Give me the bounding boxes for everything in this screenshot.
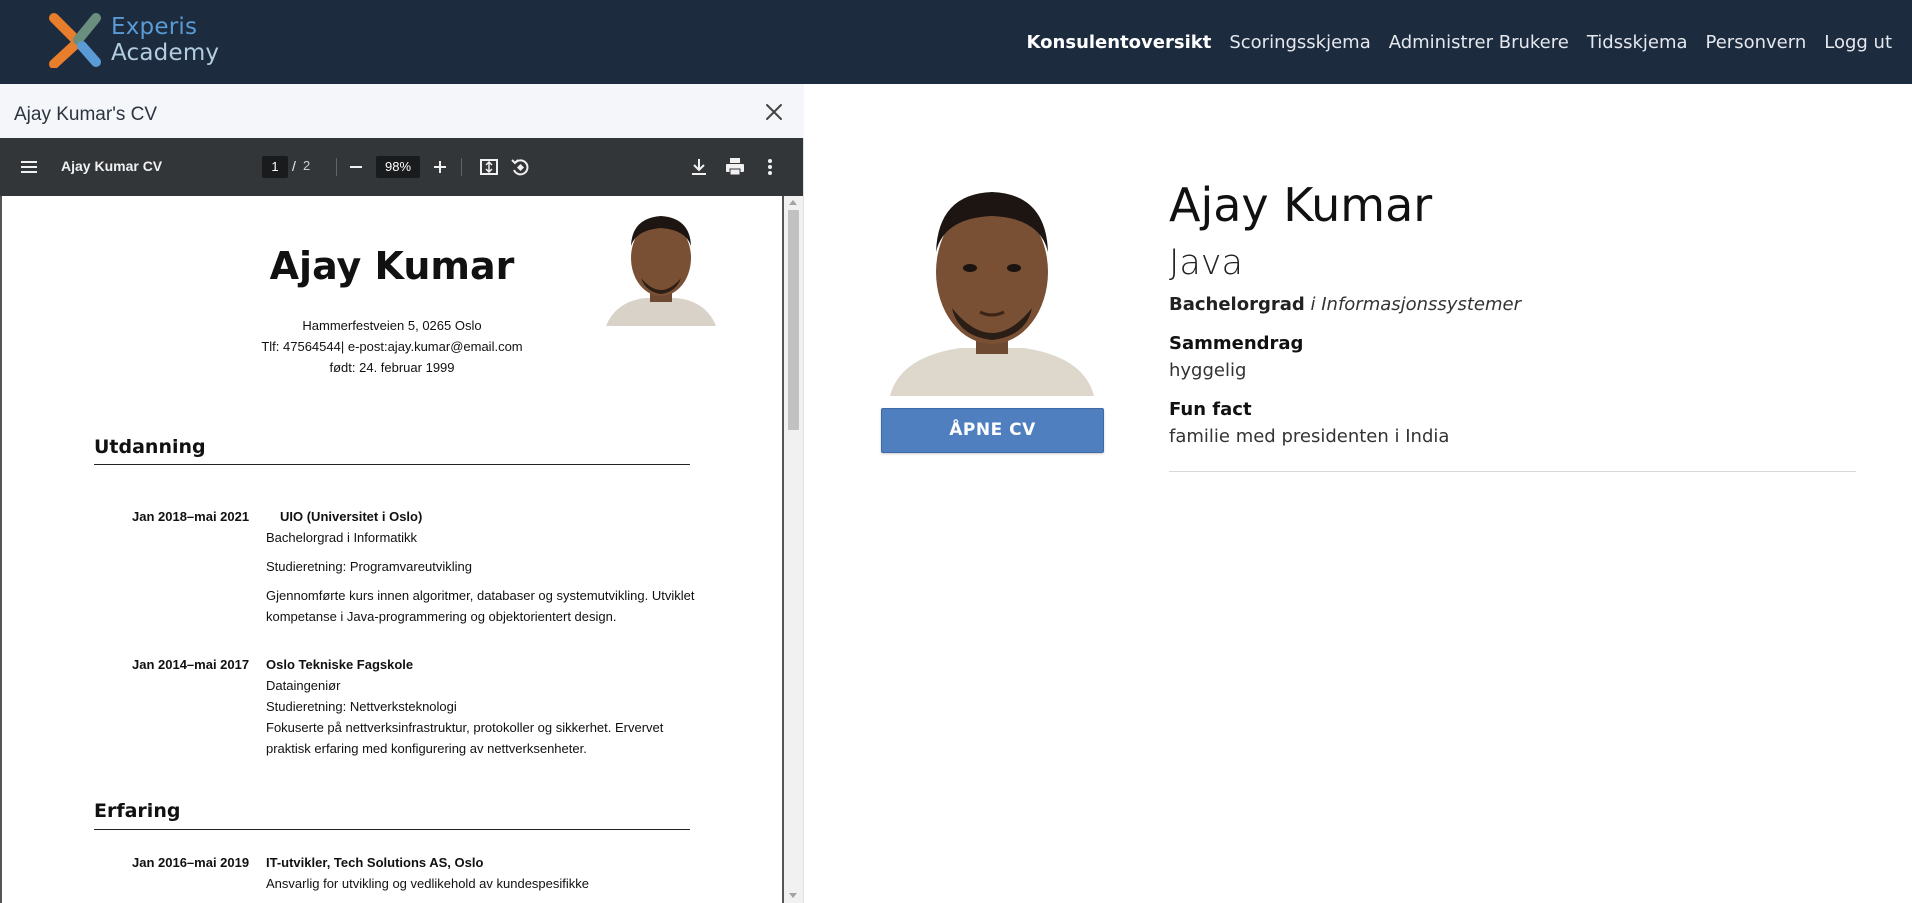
nav-konsulentoversikt[interactable]: Konsulentoversikt — [1027, 32, 1212, 53]
exp-title: IT-utvikler, Tech Solutions AS, Oslo — [266, 855, 484, 870]
experis-x-logo-icon — [49, 13, 101, 68]
edu-date: Jan 2014–mai 2017 — [132, 657, 250, 672]
funfact-value: familie med presidenten i India — [1169, 426, 1450, 447]
degree-field: i Informasjonssystemer — [1310, 294, 1521, 315]
summary-value: hyggelig — [1169, 360, 1247, 381]
toolbar-divider — [336, 158, 337, 176]
close-icon[interactable] — [762, 100, 786, 124]
pdf-viewport[interactable]: Ajay Kumar Hammerfestveien 5, 0265 Oslo … — [0, 196, 803, 903]
brand-line-1: Experis — [111, 14, 198, 40]
cv-photo — [596, 206, 726, 326]
edu-degree: Dataingeniør — [266, 678, 341, 693]
pdf-page: Ajay Kumar Hammerfestveien 5, 0265 Oslo … — [2, 196, 782, 903]
menu-icon[interactable] — [17, 155, 41, 179]
pdf-scrollbar[interactable] — [784, 196, 803, 903]
top-navbar: Experis Academy Konsulentoversikt Scorin… — [0, 0, 1912, 84]
download-icon[interactable] — [687, 155, 711, 179]
profile-name: Ajay Kumar — [1169, 178, 1433, 232]
cv-panel: Ajay Kumar's CV Ajay Kumar CV 1 / 2 98% — [0, 84, 804, 903]
exp-description: Ansvarlig for utvikling og vedlikehold a… — [266, 876, 590, 891]
nav-scoringsskjema[interactable]: Scoringsskjema — [1229, 32, 1370, 53]
cv-birthdate: født: 24. februar 1999 — [329, 360, 455, 375]
exp-date: Jan 2016–mai 2019 — [132, 855, 250, 870]
open-cv-button[interactable]: ÅPNE CV — [881, 408, 1104, 453]
cv-section-education: Utdanning — [94, 436, 206, 458]
profile-language: Java — [1169, 243, 1243, 283]
scroll-thumb[interactable] — [788, 210, 799, 430]
edu-institution: UIO (Universitet i Oslo) — [280, 509, 423, 524]
plus-icon[interactable] — [428, 155, 452, 179]
brand-text: Experis Academy — [111, 14, 219, 66]
cv-panel-header: Ajay Kumar's CV — [0, 84, 804, 138]
cv-contact: Tlf: 47564544| e-post:ajay.kumar@email.c… — [261, 339, 523, 354]
fit-page-icon[interactable] — [477, 155, 501, 179]
section-divider — [94, 829, 690, 830]
degree-level: Bachelorgrad — [1169, 294, 1305, 315]
scroll-down-arrow[interactable] — [789, 893, 797, 898]
rotate-icon[interactable] — [508, 155, 532, 179]
cv-address: Hammerfestveien 5, 0265 Oslo — [302, 318, 482, 333]
profile-divider — [1169, 471, 1856, 472]
section-divider — [94, 464, 690, 465]
nav-personvern[interactable]: Personvern — [1706, 32, 1807, 53]
main-nav: Konsulentoversikt Scoringsskjema Adminis… — [1027, 0, 1892, 84]
profile-photo — [880, 172, 1104, 396]
page-number-input[interactable]: 1 — [262, 156, 288, 178]
toolbar-divider — [461, 158, 462, 176]
edu-description: Fokuserte på nettverksinfrastruktur, pro… — [266, 720, 664, 756]
nav-administrer-brukere[interactable]: Administrer Brukere — [1389, 32, 1569, 53]
edu-description: Gjennomførte kurs innen algoritmer, data… — [266, 588, 695, 624]
nav-tidsskjema[interactable]: Tidsskjema — [1587, 32, 1688, 53]
scroll-up-arrow[interactable] — [789, 200, 797, 205]
pdf-doc-title: Ajay Kumar CV — [61, 158, 163, 174]
pdf-toolbar: Ajay Kumar CV 1 / 2 98% — [0, 138, 803, 196]
edu-field: Studieretning: Programvareutvikling — [266, 559, 472, 574]
funfact-label: Fun fact — [1169, 399, 1252, 420]
minus-icon[interactable] — [344, 155, 368, 179]
page-separator: / — [292, 158, 296, 174]
cv-panel-title: Ajay Kumar's CV — [14, 104, 158, 125]
nav-logg-ut[interactable]: Logg ut — [1824, 32, 1892, 53]
brand-logo[interactable]: Experis Academy — [48, 12, 228, 72]
edu-degree: Bachelorgrad i Informatikk — [266, 530, 418, 545]
page-total: 2 — [303, 158, 311, 173]
print-icon[interactable] — [723, 155, 747, 179]
summary-label: Sammendrag — [1169, 333, 1304, 354]
edu-field: Studieretning: Nettverksteknologi — [266, 699, 457, 714]
edu-institution: Oslo Tekniske Fagskole — [266, 657, 414, 672]
profile-degree: Bachelorgrad i Informasjonssystemer — [1169, 294, 1521, 315]
edu-date: Jan 2018–mai 2021 — [132, 509, 250, 524]
brand-line-2: Academy — [111, 40, 220, 66]
more-vert-icon[interactable] — [758, 155, 782, 179]
zoom-input[interactable]: 98% — [376, 156, 420, 178]
cv-section-experience: Erfaring — [94, 800, 181, 822]
